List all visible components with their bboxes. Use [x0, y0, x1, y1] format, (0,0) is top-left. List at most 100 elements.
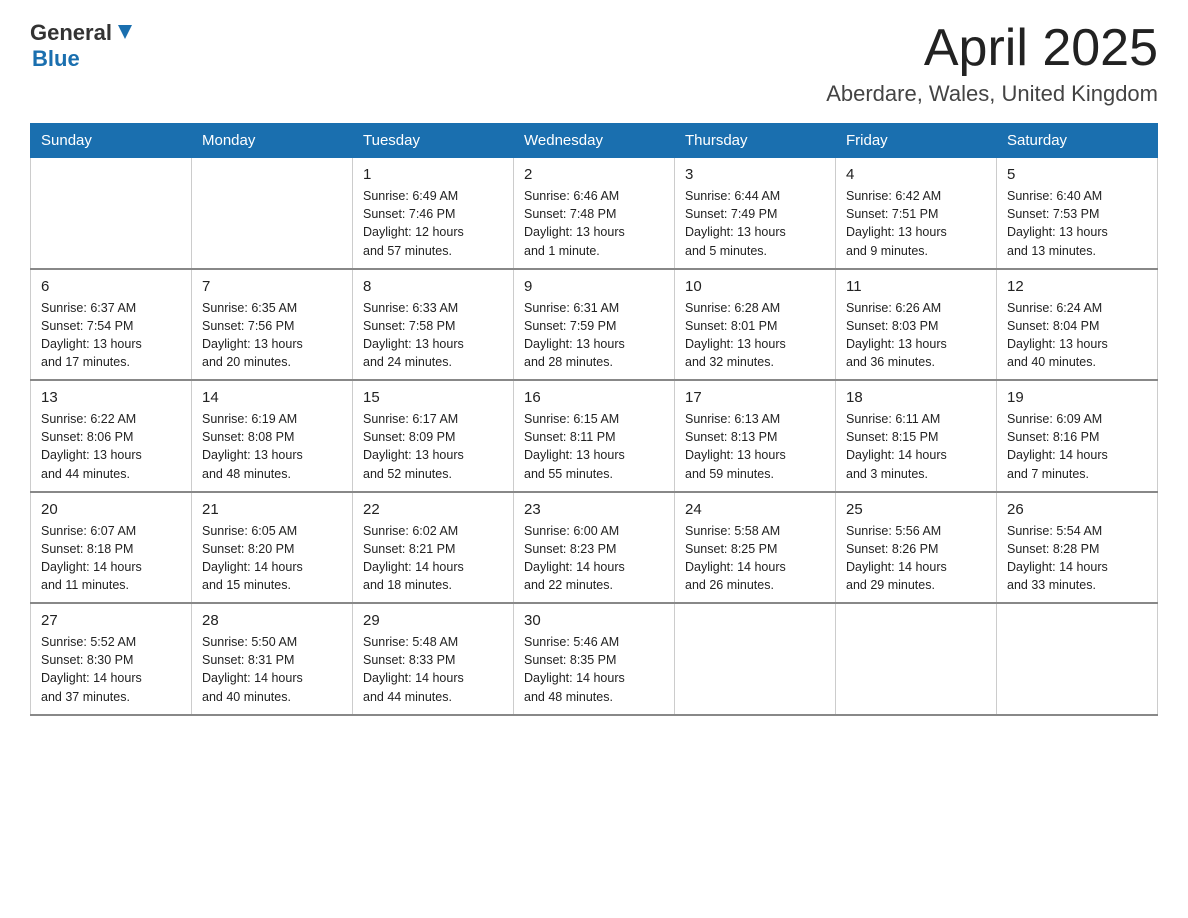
day-info: Sunrise: 6:09 AM Sunset: 8:16 PM Dayligh…: [1007, 410, 1147, 483]
day-number: 2: [524, 166, 664, 183]
calendar-week-row: 27Sunrise: 5:52 AM Sunset: 8:30 PM Dayli…: [31, 603, 1158, 715]
calendar-cell: 21Sunrise: 6:05 AM Sunset: 8:20 PM Dayli…: [192, 492, 353, 604]
logo-triangle-icon: [114, 21, 136, 43]
column-header-wednesday: Wednesday: [514, 124, 675, 158]
day-number: 19: [1007, 389, 1147, 406]
day-info: Sunrise: 6:11 AM Sunset: 8:15 PM Dayligh…: [846, 410, 986, 483]
page-header: General Blue April 2025 Aberdare, Wales,…: [30, 20, 1158, 107]
day-number: 1: [363, 166, 503, 183]
calendar-cell: [675, 603, 836, 715]
day-number: 16: [524, 389, 664, 406]
calendar-cell: 1 Sunrise: 6:49 AM Sunset: 7:46 PM Daylig…: [353, 158, 514, 269]
calendar-cell: 2 Sunrise: 6:46 AM Sunset: 7:48 PM Daylig…: [514, 158, 675, 269]
day-number: 23: [524, 501, 664, 518]
day-info: Sunrise: 6:05 AM Sunset: 8:20 PM Dayligh…: [202, 522, 342, 595]
day-number: 8: [363, 278, 503, 295]
calendar-cell: 8 Sunrise: 6:33 AM Sunset: 7:58 PM Daylig…: [353, 269, 514, 381]
calendar-cell: 3 Sunrise: 6:44 AM Sunset: 7:49 PM Daylig…: [675, 158, 836, 269]
day-number: 4: [846, 166, 986, 183]
calendar-cell: 27Sunrise: 5:52 AM Sunset: 8:30 PM Dayli…: [31, 603, 192, 715]
column-header-saturday: Saturday: [997, 124, 1158, 158]
calendar-cell: 28 Sunrise: 5:50 AM Sunset: 8:31 PM Dayli…: [192, 603, 353, 715]
day-info: Sunrise: 5:50 AM Sunset: 8:31 PM Dayligh…: [202, 633, 342, 706]
calendar-cell: 12 Sunrise: 6:24 AM Sunset: 8:04 PM Dayli…: [997, 269, 1158, 381]
column-header-friday: Friday: [836, 124, 997, 158]
calendar-cell: 15 Sunrise: 6:17 AM Sunset: 8:09 PM Dayli…: [353, 380, 514, 492]
calendar-cell: 29 Sunrise: 5:48 AM Sunset: 8:33 PM Dayli…: [353, 603, 514, 715]
calendar-cell: 13Sunrise: 6:22 AM Sunset: 8:06 PM Dayli…: [31, 380, 192, 492]
day-number: 18: [846, 389, 986, 406]
day-info: Sunrise: 5:56 AM Sunset: 8:26 PM Dayligh…: [846, 522, 986, 595]
logo-general: General: [30, 20, 112, 46]
day-info: Sunrise: 6:42 AM Sunset: 7:51 PM Dayligh…: [846, 187, 986, 260]
day-info: Sunrise: 5:48 AM Sunset: 8:33 PM Dayligh…: [363, 633, 503, 706]
day-number: 17: [685, 389, 825, 406]
day-info: Sunrise: 6:00 AM Sunset: 8:23 PM Dayligh…: [524, 522, 664, 595]
day-info: Sunrise: 6:19 AM Sunset: 8:08 PM Dayligh…: [202, 410, 342, 483]
day-number: 15: [363, 389, 503, 406]
column-header-monday: Monday: [192, 124, 353, 158]
column-header-sunday: Sunday: [31, 124, 192, 158]
day-number: 14: [202, 389, 342, 406]
logo: General Blue: [30, 20, 136, 72]
calendar-cell: [997, 603, 1158, 715]
day-info: Sunrise: 6:02 AM Sunset: 8:21 PM Dayligh…: [363, 522, 503, 595]
day-info: Sunrise: 6:44 AM Sunset: 7:49 PM Dayligh…: [685, 187, 825, 260]
day-info: Sunrise: 6:28 AM Sunset: 8:01 PM Dayligh…: [685, 299, 825, 372]
day-info: Sunrise: 6:07 AM Sunset: 8:18 PM Dayligh…: [41, 522, 181, 595]
day-info: Sunrise: 6:37 AM Sunset: 7:54 PM Dayligh…: [41, 299, 181, 372]
day-info: Sunrise: 6:13 AM Sunset: 8:13 PM Dayligh…: [685, 410, 825, 483]
day-info: Sunrise: 5:46 AM Sunset: 8:35 PM Dayligh…: [524, 633, 664, 706]
calendar-header-row: SundayMondayTuesdayWednesdayThursdayFrid…: [31, 124, 1158, 158]
calendar-cell: [192, 158, 353, 269]
day-info: Sunrise: 6:24 AM Sunset: 8:04 PM Dayligh…: [1007, 299, 1147, 372]
day-info: Sunrise: 6:49 AM Sunset: 7:46 PM Dayligh…: [363, 187, 503, 260]
month-title: April 2025: [826, 20, 1158, 77]
day-number: 7: [202, 278, 342, 295]
day-info: Sunrise: 5:54 AM Sunset: 8:28 PM Dayligh…: [1007, 522, 1147, 595]
calendar-cell: 17 Sunrise: 6:13 AM Sunset: 8:13 PM Dayli…: [675, 380, 836, 492]
day-number: 12: [1007, 278, 1147, 295]
day-info: Sunrise: 6:33 AM Sunset: 7:58 PM Dayligh…: [363, 299, 503, 372]
day-info: Sunrise: 6:35 AM Sunset: 7:56 PM Dayligh…: [202, 299, 342, 372]
location-title: Aberdare, Wales, United Kingdom: [826, 81, 1158, 107]
day-number: 28: [202, 612, 342, 629]
day-number: 30: [524, 612, 664, 629]
calendar-cell: 4 Sunrise: 6:42 AM Sunset: 7:51 PM Daylig…: [836, 158, 997, 269]
calendar-cell: 23 Sunrise: 6:00 AM Sunset: 8:23 PM Dayli…: [514, 492, 675, 604]
calendar-cell: 25 Sunrise: 5:56 AM Sunset: 8:26 PM Dayli…: [836, 492, 997, 604]
calendar-cell: 5Sunrise: 6:40 AM Sunset: 7:53 PM Daylig…: [997, 158, 1158, 269]
calendar-cell: [31, 158, 192, 269]
day-info: Sunrise: 6:15 AM Sunset: 8:11 PM Dayligh…: [524, 410, 664, 483]
calendar-cell: [836, 603, 997, 715]
day-info: Sunrise: 6:46 AM Sunset: 7:48 PM Dayligh…: [524, 187, 664, 260]
day-number: 29: [363, 612, 503, 629]
calendar-cell: 30 Sunrise: 5:46 AM Sunset: 8:35 PM Dayli…: [514, 603, 675, 715]
day-info: Sunrise: 6:22 AM Sunset: 8:06 PM Dayligh…: [41, 410, 181, 483]
calendar-cell: 26 Sunrise: 5:54 AM Sunset: 8:28 PM Dayli…: [997, 492, 1158, 604]
day-number: 26: [1007, 501, 1147, 518]
day-number: 20: [41, 501, 181, 518]
header-right: April 2025 Aberdare, Wales, United Kingd…: [826, 20, 1158, 107]
calendar-cell: 6Sunrise: 6:37 AM Sunset: 7:54 PM Daylig…: [31, 269, 192, 381]
column-header-tuesday: Tuesday: [353, 124, 514, 158]
calendar-cell: 19 Sunrise: 6:09 AM Sunset: 8:16 PM Dayli…: [997, 380, 1158, 492]
calendar-cell: 20 Sunrise: 6:07 AM Sunset: 8:18 PM Dayli…: [31, 492, 192, 604]
day-info: Sunrise: 6:17 AM Sunset: 8:09 PM Dayligh…: [363, 410, 503, 483]
calendar-cell: 11Sunrise: 6:26 AM Sunset: 8:03 PM Dayli…: [836, 269, 997, 381]
day-number: 3: [685, 166, 825, 183]
calendar-cell: 22Sunrise: 6:02 AM Sunset: 8:21 PM Dayli…: [353, 492, 514, 604]
day-number: 11: [846, 278, 986, 295]
calendar-cell: 16 Sunrise: 6:15 AM Sunset: 8:11 PM Dayli…: [514, 380, 675, 492]
day-number: 25: [846, 501, 986, 518]
calendar-week-row: 6Sunrise: 6:37 AM Sunset: 7:54 PM Daylig…: [31, 269, 1158, 381]
day-info: Sunrise: 5:52 AM Sunset: 8:30 PM Dayligh…: [41, 633, 181, 706]
calendar-week-row: 1 Sunrise: 6:49 AM Sunset: 7:46 PM Daylig…: [31, 158, 1158, 269]
calendar-table: SundayMondayTuesdayWednesdayThursdayFrid…: [30, 123, 1158, 716]
calendar-cell: 24Sunrise: 5:58 AM Sunset: 8:25 PM Dayli…: [675, 492, 836, 604]
logo-blue: Blue: [32, 46, 80, 72]
day-number: 10: [685, 278, 825, 295]
day-number: 9: [524, 278, 664, 295]
calendar-cell: 14 Sunrise: 6:19 AM Sunset: 8:08 PM Dayli…: [192, 380, 353, 492]
day-info: Sunrise: 6:40 AM Sunset: 7:53 PM Dayligh…: [1007, 187, 1147, 260]
